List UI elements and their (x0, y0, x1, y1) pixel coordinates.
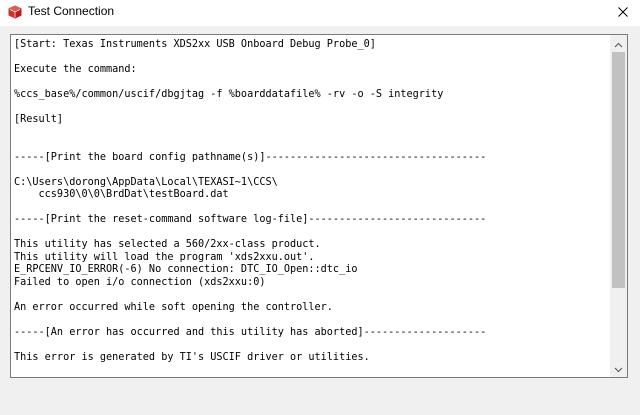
scroll-down-button[interactable] (610, 360, 627, 377)
dialog-body: [Start: Texas Instruments XDS2xx USB Onb… (0, 26, 640, 415)
log-output-text[interactable]: [Start: Texas Instruments XDS2xx USB Onb… (14, 39, 604, 364)
ccs-app-icon (8, 5, 22, 19)
scroll-up-button[interactable] (610, 35, 627, 52)
scroll-up-arrow-icon (614, 35, 623, 53)
title-bar[interactable]: Test Connection (0, 0, 640, 26)
close-icon (618, 4, 628, 22)
log-output-textbox[interactable]: [Start: Texas Instruments XDS2xx USB Onb… (10, 34, 628, 378)
window-title: Test Connection (28, 4, 115, 18)
close-button[interactable] (606, 0, 640, 26)
vertical-scrollbar[interactable] (610, 35, 627, 377)
scroll-down-arrow-icon (614, 360, 623, 378)
scrollbar-thumb[interactable] (612, 52, 625, 288)
